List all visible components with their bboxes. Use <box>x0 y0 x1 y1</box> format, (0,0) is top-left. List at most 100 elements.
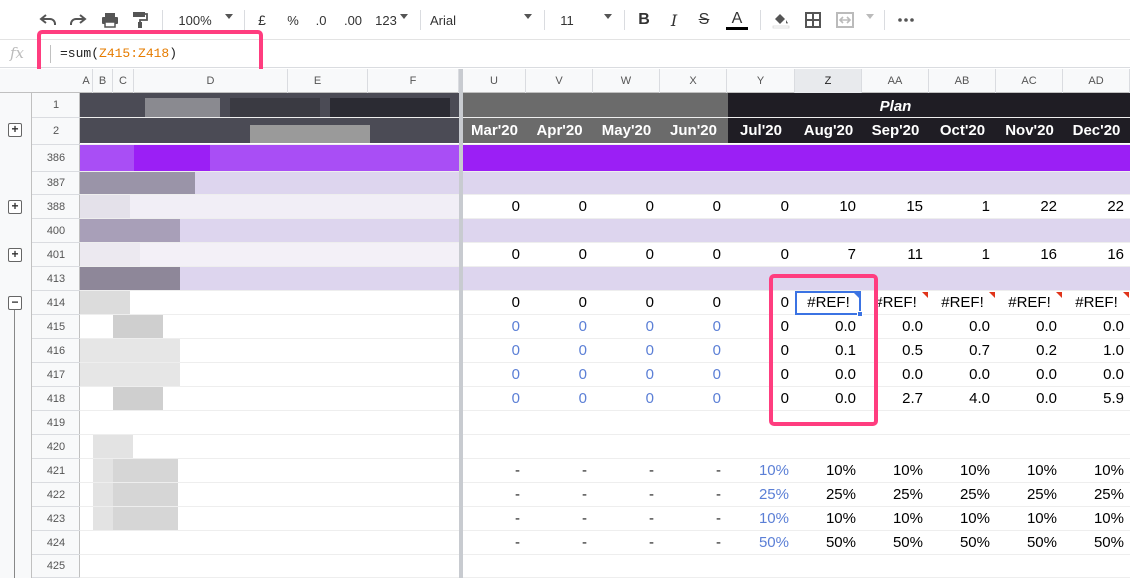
merge-icon[interactable] <box>834 8 856 32</box>
cell-414-ab[interactable]: #REF! <box>929 291 996 315</box>
cell-421-u[interactable]: - <box>460 459 520 483</box>
cell-388-x[interactable]: 0 <box>661 195 721 219</box>
column-header-e[interactable]: E <box>268 69 368 93</box>
cell-415-v[interactable]: 0 <box>527 315 587 339</box>
more-icon[interactable] <box>894 8 918 32</box>
cell-388-u[interactable]: 0 <box>460 195 520 219</box>
fill-handle[interactable] <box>857 311 863 317</box>
cell-416-u[interactable]: 0 <box>460 339 520 363</box>
cell-423-ad[interactable]: 10% <box>1064 507 1124 531</box>
cell-417-u[interactable]: 0 <box>460 363 520 387</box>
cell-423-x[interactable]: - <box>661 507 721 531</box>
column-header-u[interactable]: U <box>463 69 526 93</box>
cell-388-y[interactable]: 0 <box>729 195 789 219</box>
cell-423-v[interactable]: - <box>527 507 587 531</box>
cell-401-aa[interactable]: 11 <box>863 243 923 267</box>
cell-421-aa[interactable]: 10% <box>863 459 923 483</box>
cell-414-w[interactable]: 0 <box>594 291 654 315</box>
cell-418-w[interactable]: 0 <box>594 387 654 411</box>
column-header-w[interactable]: W <box>593 69 660 93</box>
cell-401-v[interactable]: 0 <box>527 243 587 267</box>
cell-401-z[interactable]: 7 <box>796 243 856 267</box>
cell-424-u[interactable]: - <box>460 531 520 555</box>
cell-388-ab[interactable]: 1 <box>930 195 990 219</box>
column-header-y[interactable]: Y <box>727 69 795 93</box>
cell-415-aa[interactable]: 0.0 <box>863 315 923 339</box>
cell-416-y[interactable]: 0 <box>729 339 789 363</box>
cell-417-z[interactable]: 0.0 <box>796 363 856 387</box>
row-number[interactable]: 423 <box>32 507 80 531</box>
cell-421-ac[interactable]: 10% <box>997 459 1057 483</box>
bold-button[interactable]: B <box>634 8 654 32</box>
row-number[interactable]: 422 <box>32 483 80 507</box>
cell-415-ac[interactable]: 0.0 <box>997 315 1057 339</box>
cell-415-x[interactable]: 0 <box>661 315 721 339</box>
cell-401-w[interactable]: 0 <box>594 243 654 267</box>
cell-417-w[interactable]: 0 <box>594 363 654 387</box>
cell-424-ab[interactable]: 50% <box>930 531 990 555</box>
cell-418-ad[interactable]: 5.9 <box>1064 387 1124 411</box>
redo-icon[interactable] <box>66 8 90 32</box>
fill-color-icon[interactable] <box>770 8 792 32</box>
font-family-select[interactable]: Arial <box>430 8 470 32</box>
row-number[interactable]: 421 <box>32 459 80 483</box>
cell-417-aa[interactable]: 0.0 <box>863 363 923 387</box>
row-number[interactable]: 1 <box>32 93 80 118</box>
row-number[interactable]: 388 <box>32 195 80 219</box>
cell-401-ab[interactable]: 1 <box>930 243 990 267</box>
more-formats-chevron-down-icon[interactable] <box>400 14 408 19</box>
column-header-v[interactable]: V <box>526 69 593 93</box>
cell-414-aa[interactable]: #REF! <box>862 291 929 315</box>
font-family-chevron-down-icon[interactable] <box>524 14 532 19</box>
column-header-d[interactable]: D <box>134 69 288 93</box>
font-size-chevron-down-icon[interactable] <box>604 14 612 19</box>
row-number[interactable]: 413 <box>32 267 80 291</box>
font-size-select[interactable]: 11 <box>556 8 578 32</box>
cell-418-y[interactable]: 0 <box>729 387 789 411</box>
cell-423-ac[interactable]: 10% <box>997 507 1057 531</box>
column-header-c[interactable]: C <box>113 69 134 93</box>
cell-414-u[interactable]: 0 <box>460 291 520 315</box>
error-marker-icon[interactable] <box>922 292 928 298</box>
cell-415-z[interactable]: 0.0 <box>796 315 856 339</box>
row-number[interactable]: 387 <box>32 172 80 195</box>
expand-group-icon[interactable]: + <box>8 248 22 262</box>
row-number[interactable]: 386 <box>32 145 80 172</box>
selected-cell-z414[interactable] <box>795 291 861 315</box>
cell-416-z[interactable]: 0.1 <box>796 339 856 363</box>
cell-421-ad[interactable]: 10% <box>1064 459 1124 483</box>
cell-417-ab[interactable]: 0.0 <box>930 363 990 387</box>
error-marker-icon[interactable] <box>1123 292 1129 298</box>
zoom-chevron-down-icon[interactable] <box>225 14 233 19</box>
cell-416-x[interactable]: 0 <box>661 339 721 363</box>
strikethrough-button[interactable]: S <box>694 8 714 32</box>
cell-417-ad[interactable]: 0.0 <box>1064 363 1124 387</box>
cell-424-z[interactable]: 50% <box>796 531 856 555</box>
undo-icon[interactable] <box>36 8 60 32</box>
row-number[interactable]: 415 <box>32 315 80 339</box>
column-header-aa[interactable]: AA <box>862 69 929 93</box>
cell-422-u[interactable]: - <box>460 483 520 507</box>
increase-decimal-button[interactable]: .00 <box>340 8 366 32</box>
column-header-z[interactable]: Z <box>795 69 862 93</box>
cell-422-ad[interactable]: 25% <box>1064 483 1124 507</box>
cell-416-v[interactable]: 0 <box>527 339 587 363</box>
cell-415-ab[interactable]: 0.0 <box>930 315 990 339</box>
cell-418-v[interactable]: 0 <box>527 387 587 411</box>
cell-415-u[interactable]: 0 <box>460 315 520 339</box>
cell-416-w[interactable]: 0 <box>594 339 654 363</box>
column-header-a[interactable]: A <box>80 69 93 93</box>
cell-421-z[interactable]: 10% <box>796 459 856 483</box>
cell-416-ad[interactable]: 1.0 <box>1064 339 1124 363</box>
cell-423-y[interactable]: 10% <box>729 507 789 531</box>
cell-422-w[interactable]: - <box>594 483 654 507</box>
cell-423-aa[interactable]: 10% <box>863 507 923 531</box>
cell-424-x[interactable]: - <box>661 531 721 555</box>
cell-417-v[interactable]: 0 <box>527 363 587 387</box>
cell-421-v[interactable]: - <box>527 459 587 483</box>
cell-422-y[interactable]: 25% <box>729 483 789 507</box>
row-number[interactable]: 419 <box>32 411 80 435</box>
error-marker-icon[interactable] <box>989 292 995 298</box>
cell-388-ad[interactable]: 22 <box>1064 195 1124 219</box>
print-icon[interactable] <box>98 8 122 32</box>
